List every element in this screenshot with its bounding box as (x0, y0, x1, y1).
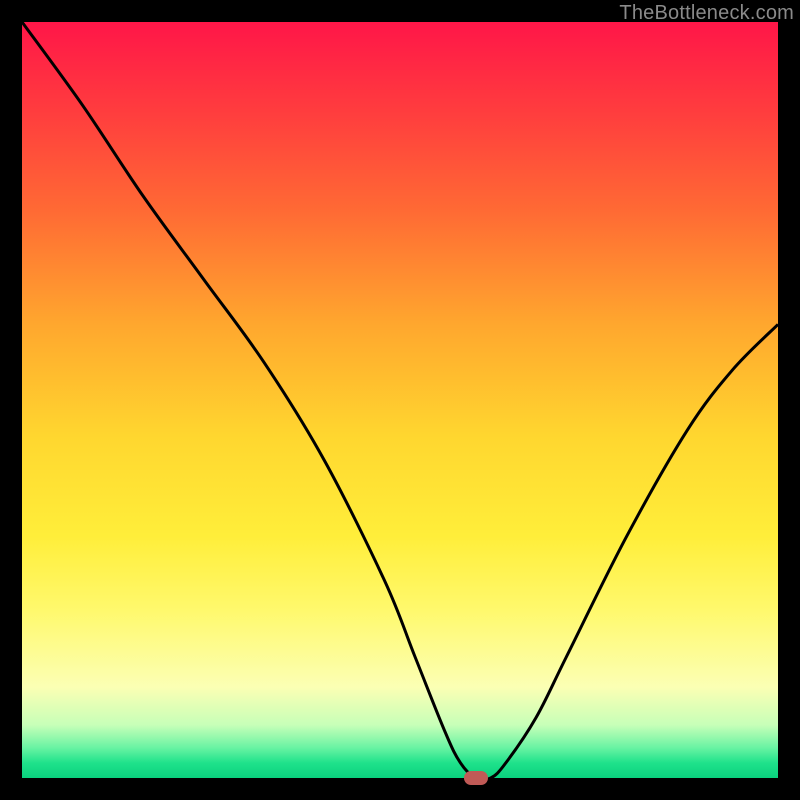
optimal-point-marker (464, 771, 488, 785)
bottleneck-curve (22, 22, 778, 778)
plot-area (22, 22, 778, 778)
watermark-text: TheBottleneck.com (619, 2, 794, 25)
curve-path (22, 22, 778, 778)
chart-frame: TheBottleneck.com (0, 0, 800, 800)
